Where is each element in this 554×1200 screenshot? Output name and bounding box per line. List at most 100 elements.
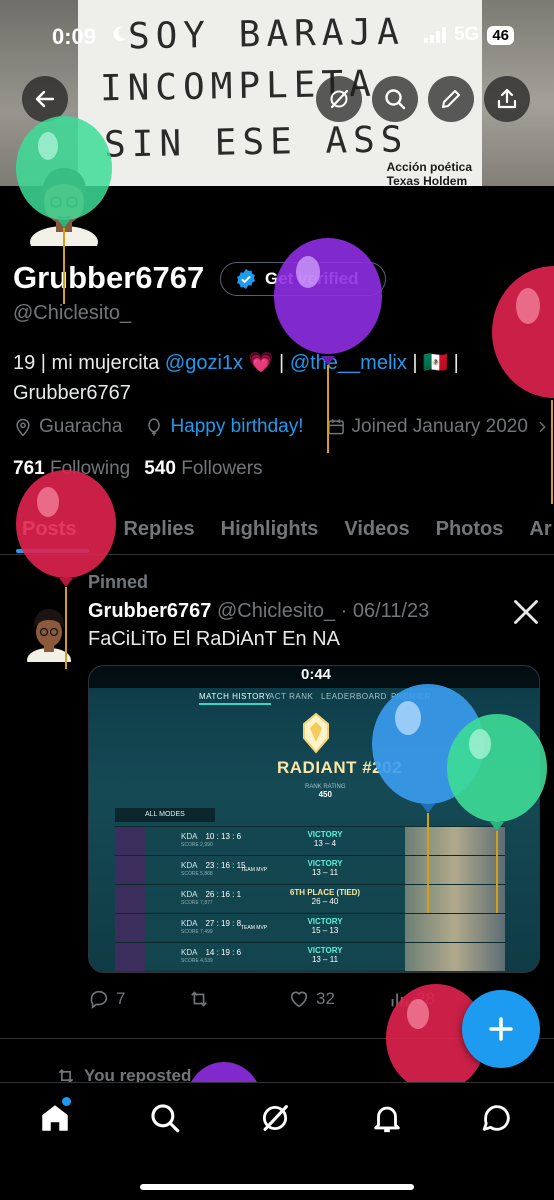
- get-verified-button[interactable]: Get verified: [220, 262, 386, 296]
- bell-icon[interactable]: [370, 1101, 404, 1135]
- search-button[interactable]: [372, 76, 418, 122]
- like-count: 32: [316, 989, 335, 1008]
- pinned-label: Pinned: [88, 572, 149, 592]
- match-row: KDA 23 : 16 : 15 SCORE 5,868 TEAM MVP VIC…: [115, 855, 505, 884]
- match-result: 6TH PLACE (TIED) 26 – 40: [289, 888, 361, 906]
- agent-portrait: [115, 885, 145, 913]
- grok-icon[interactable]: [258, 1101, 292, 1135]
- match-result: VICTORY 15 – 13: [307, 917, 343, 935]
- banner-credit-line2: Texas Holdem: [386, 174, 468, 186]
- chevron-right-icon[interactable]: [534, 419, 550, 435]
- bio-heart: 💗 |: [243, 352, 290, 374]
- tab-highlights[interactable]: Highlights: [208, 505, 332, 553]
- media-rank-title: RADIANT #202: [277, 758, 403, 777]
- birthday[interactable]: Happy birthday!: [144, 416, 304, 438]
- match-row: KDA 26 : 16 : 1 SCORE 7,877 6TH PLACE (TI…: [115, 884, 505, 913]
- post-header: Grubber6767 @Chiclesito_ · 06/11/23: [88, 600, 429, 623]
- balloon-red-right-decoration: [492, 266, 554, 504]
- post-avatar[interactable]: [22, 600, 74, 662]
- match-kda: KDA 26 : 16 : 1: [181, 890, 242, 899]
- post-text: FaCiLiTo El RaDiAnT En NA: [88, 628, 340, 650]
- home-indicator: [140, 1184, 414, 1190]
- location-text: Guaracha: [39, 416, 123, 437]
- bio-mention-gozi1x[interactable]: @gozi1x: [165, 352, 243, 374]
- like-button[interactable]: 32: [288, 988, 388, 1010]
- bio-mention-the-melix[interactable]: @the__melix: [290, 352, 407, 374]
- media-rank-rating: RANK RATING 450: [305, 784, 346, 799]
- match-score: SCORE 7,877: [181, 900, 213, 906]
- match-result: VICTORY 13 – 11: [307, 946, 343, 964]
- following-link[interactable]: 761 Following: [13, 458, 130, 480]
- signal-icon: [423, 27, 446, 43]
- balloon-icon: [148, 418, 161, 436]
- match-map: [405, 914, 505, 942]
- grok-icon: [330, 89, 349, 109]
- post-meta: @Chiclesito_ · 06/11/23: [216, 600, 430, 622]
- followers-link[interactable]: 540 Followers: [144, 458, 262, 480]
- verified-badge-icon: [237, 268, 255, 290]
- media-time: 0:44: [301, 666, 332, 683]
- match-kda: KDA 27 : 19 : 8: [181, 919, 242, 928]
- reply-button[interactable]: 7: [88, 988, 188, 1010]
- joined-text: Joined January 2020: [351, 416, 528, 437]
- search-icon[interactable]: [148, 1101, 182, 1135]
- repost-icon: [191, 991, 207, 1007]
- messages-icon[interactable]: [480, 1101, 514, 1135]
- arrow-left-icon: [35, 90, 55, 108]
- reply-count: 7: [116, 989, 126, 1008]
- following-label: Following: [49, 458, 131, 479]
- moon-icon: [113, 26, 127, 42]
- share-button[interactable]: [484, 76, 530, 122]
- media-nav-leaderboard: LEADERBOARD: [321, 692, 387, 701]
- grok-button[interactable]: [316, 76, 362, 122]
- tab-replies[interactable]: Replies: [89, 505, 207, 553]
- status-time: 0:09: [52, 24, 97, 49]
- banner-text-line3: SIN ESE ASS: [103, 119, 409, 166]
- match-map: [405, 885, 505, 913]
- views-count: 28: [416, 989, 435, 1008]
- tab-articles[interactable]: Ar: [516, 505, 554, 553]
- match-kda: KDA 23 : 16 : 15: [181, 861, 246, 870]
- profile-avatar[interactable]: [18, 150, 106, 246]
- get-verified-label: Get verified: [265, 269, 359, 288]
- edit-button[interactable]: [428, 76, 474, 122]
- profile-handle: @Chiclesito_: [13, 302, 132, 324]
- match-row: KDA 27 : 19 : 8 SCORE 7,499 TEAM MVP VICT…: [115, 913, 505, 942]
- heart-icon: [290, 991, 308, 1008]
- calendar-icon: [327, 419, 344, 435]
- back-button[interactable]: [22, 76, 68, 122]
- match-row: KDA 10 : 13 : 6 SCORE 2,990 VICTORY 13 – 4: [115, 826, 505, 855]
- banner-credit: Acción poética Texas Holdem: [387, 160, 472, 186]
- agent-portrait: [115, 914, 145, 942]
- rank-rating-value: 450: [318, 790, 332, 799]
- match-score: SCORE 2,990: [181, 842, 213, 848]
- bio-line2: Grubber6767: [13, 382, 131, 404]
- tab-videos[interactable]: Videos: [331, 505, 422, 553]
- home-icon[interactable]: [38, 1101, 72, 1135]
- match-mvp: TEAM MVP: [241, 925, 268, 931]
- match-score: SCORE 4,539: [181, 958, 213, 964]
- post-author[interactable]: Grubber6767: [88, 600, 211, 622]
- match-map: [405, 856, 505, 884]
- match-map: [405, 827, 505, 855]
- profile-meta: Guaracha Happy birthday! Joined January …: [13, 416, 554, 438]
- share-icon: [497, 88, 517, 109]
- post-media-image[interactable]: 0:44 MATCH HISTORY ACT RANK LEADERBOARD …: [88, 665, 540, 973]
- pencil-icon: [442, 90, 460, 108]
- repost-button[interactable]: [188, 988, 288, 1010]
- match-map: [405, 943, 505, 971]
- compose-post-button[interactable]: [462, 990, 540, 1068]
- media-modes-dropdown: ALL MODES: [115, 808, 215, 822]
- display-name: Grubber6767: [13, 260, 205, 295]
- location-pin-icon: [16, 418, 30, 437]
- bio-text: 19 | mi mujercita: [13, 352, 165, 374]
- tab-posts[interactable]: Posts: [0, 505, 90, 553]
- match-row: KDA 14 : 19 : 6 SCORE 4,539 VICTORY 13 – 1…: [115, 942, 505, 971]
- banner-text-line1: SOY BARAJA: [127, 11, 406, 58]
- birthday-text[interactable]: Happy birthday!: [170, 416, 303, 438]
- media-nav-match-history: MATCH HISTORY: [199, 692, 271, 705]
- bio-flag: | 🇲🇽 |: [406, 352, 459, 374]
- tab-photos[interactable]: Photos: [423, 505, 517, 553]
- battery-icon: 46: [487, 25, 514, 45]
- joined: Joined January 2020: [326, 416, 550, 438]
